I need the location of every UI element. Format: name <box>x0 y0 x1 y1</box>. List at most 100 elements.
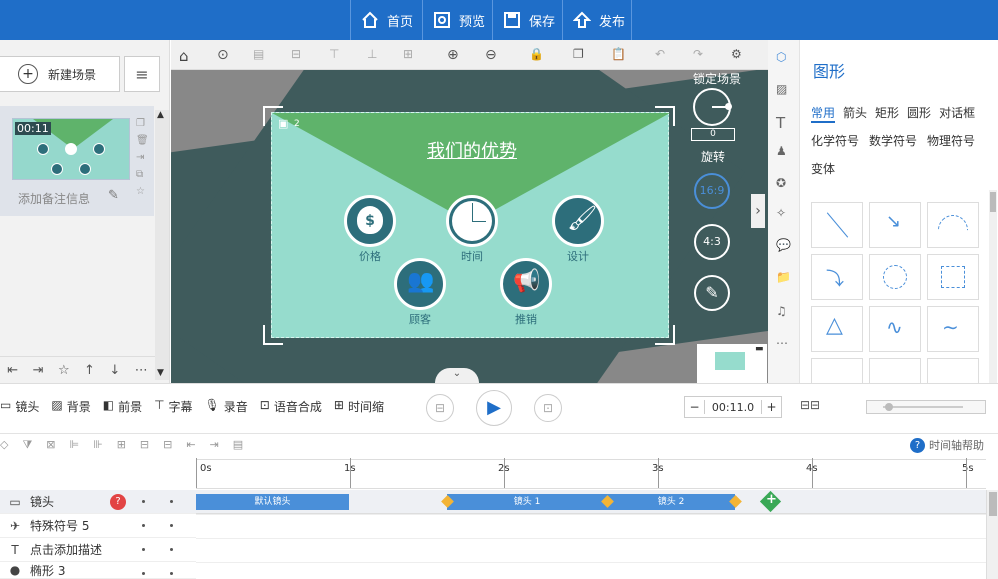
customer-circle[interactable]: 👥 <box>394 258 446 310</box>
shape-wave[interactable]: ∼ <box>927 306 979 352</box>
design-label[interactable]: 设计 <box>548 248 608 264</box>
shape-triangle[interactable]: △ <box>811 306 863 352</box>
frame-corner-bl[interactable] <box>263 325 283 345</box>
prev-frame-button[interactable]: ⊟ <box>426 394 454 422</box>
shift-right-icon[interactable]: ⇥ <box>210 438 219 452</box>
shape-line[interactable] <box>811 202 863 248</box>
delete-icon[interactable]: 🗑 <box>136 135 149 146</box>
music-tool-icon[interactable]: ♫ <box>776 304 792 320</box>
distribute-track-icon[interactable]: ⊞ <box>117 438 126 452</box>
shape-partial-3[interactable] <box>927 358 979 383</box>
clip-camera-2[interactable]: 镜头 2 <box>607 494 735 510</box>
customer-label[interactable]: 顾客 <box>390 311 450 327</box>
clip-camera-1[interactable]: 镜头 1 <box>447 494 607 510</box>
promotion-label[interactable]: 推销 <box>496 311 556 327</box>
canvas[interactable]: 我们的优势 ▣ 2 $ 价格 时间 🖌 设计 👥 顾客 📢 推销 锁定场景 0 … <box>171 70 768 383</box>
time-value[interactable]: 00:11.0 <box>705 401 761 414</box>
effect-tool-icon[interactable]: ✧ <box>776 206 792 222</box>
image-tool-icon[interactable]: ▨ <box>776 82 792 98</box>
star-icon[interactable]: ☆ <box>136 186 146 197</box>
tab-circle[interactable]: 圆形 <box>907 104 931 123</box>
move-down-icon[interactable]: ↓ <box>109 363 120 378</box>
subtitle-button[interactable]: ⊤ 字幕 <box>154 398 192 415</box>
new-scene-button[interactable]: + 新建场景 <box>0 56 120 92</box>
frame-corner-br[interactable] <box>655 325 675 345</box>
time-stepper[interactable]: − 00:11.0 + <box>684 396 782 418</box>
collapse-timeline-button[interactable]: ⌄ <box>435 368 479 383</box>
align-top-icon[interactable]: ⊤ <box>329 47 345 63</box>
rotate-dial[interactable] <box>693 88 732 126</box>
shape-curve-arrow[interactable]: ⤵ <box>811 254 863 300</box>
publish-button[interactable]: 发布 <box>562 0 632 40</box>
timeline-scrollbar[interactable] <box>986 490 998 579</box>
zoom-in-icon[interactable]: ⊕ <box>447 47 463 63</box>
filter-icon[interactable]: ⧩ <box>22 438 32 452</box>
tts-button[interactable]: ⊡ 语音合成 <box>260 398 322 415</box>
lock-icon[interactable]: 🔒 <box>529 47 545 63</box>
frame-corner-tr[interactable] <box>655 106 675 126</box>
scene-scrollbar[interactable]: ▲ ▼ <box>155 110 169 380</box>
redo-icon[interactable]: ↷ <box>693 47 709 63</box>
copy-icon[interactable]: ❐ <box>136 118 146 129</box>
rotate-input[interactable]: 0 <box>691 128 735 141</box>
preview-button[interactable]: 预览 <box>422 0 492 40</box>
next-frame-button[interactable]: ⊡ <box>534 394 562 422</box>
minimap[interactable]: ▬ <box>697 344 767 383</box>
sticker-tool-icon[interactable]: ✪ <box>776 176 792 192</box>
tab-variant[interactable]: 变体 <box>811 160 835 177</box>
tab-chem[interactable]: 化学符号 <box>811 132 859 149</box>
background-button[interactable]: ▨ 背景 <box>51 398 90 415</box>
paste-icon[interactable]: 📋 <box>611 47 627 63</box>
tab-arrow[interactable]: 箭头 <box>843 104 867 123</box>
clip-default[interactable]: 默认镜头 <box>196 494 349 510</box>
shape-partial-2[interactable] <box>869 358 921 383</box>
align-center-icon[interactable]: ⊟ <box>291 47 307 63</box>
scene-list-button[interactable]: ≡ <box>124 56 160 92</box>
shape-arrow-line[interactable]: ↘ <box>869 202 921 248</box>
move-up-icon[interactable]: ↑ <box>84 363 95 378</box>
dialog-tool-icon[interactable]: 💬 <box>776 238 792 254</box>
save-button[interactable]: 保存 <box>492 0 562 40</box>
tab-dialog[interactable]: 对话框 <box>939 104 975 123</box>
slide-title[interactable]: 我们的优势 <box>427 137 517 163</box>
camera-track-button[interactable]: ▭ 镜头 <box>0 398 39 415</box>
duplicate-icon[interactable]: ⧉ <box>136 169 146 180</box>
export2-icon[interactable]: ⇥ <box>33 363 44 378</box>
expand-panel-button[interactable]: › <box>751 194 765 228</box>
shape-squiggle[interactable]: ∿ <box>869 306 921 352</box>
shift-left-icon[interactable]: ⇤ <box>186 438 195 452</box>
more-icon[interactable]: ⋯ <box>135 363 148 378</box>
stack-track-icon[interactable]: ⊟ <box>140 438 149 452</box>
shape-rect[interactable] <box>927 254 979 300</box>
minus-icon[interactable]: − <box>685 400 705 414</box>
time-label[interactable]: 时间 <box>442 248 502 264</box>
zoom-out-icon[interactable]: ⊖ <box>485 47 501 63</box>
tab-common[interactable]: 常用 <box>811 104 836 123</box>
slide-frame[interactable]: 我们的优势 ▣ 2 $ 价格 时间 🖌 设计 👥 顾客 📢 推销 <box>271 112 670 338</box>
character-tool-icon[interactable]: ♟ <box>776 144 792 160</box>
export-icon[interactable]: ⇥ <box>136 152 146 163</box>
settings-icon[interactable]: ⚙ <box>731 47 747 63</box>
align-left-icon[interactable]: ▤ <box>253 47 269 63</box>
tab-physics[interactable]: 物理符号 <box>927 132 975 149</box>
edit-frame-button[interactable]: ✎ <box>694 275 730 311</box>
time-circle[interactable] <box>446 195 498 247</box>
keyframe-icon[interactable]: ◇ <box>0 438 8 452</box>
minimap-toggle-icon[interactable]: ▬ <box>755 344 764 354</box>
undo-icon[interactable]: ↶ <box>655 47 671 63</box>
ratio-16-9-button[interactable]: 16:9 <box>694 173 730 209</box>
promotion-circle[interactable]: 📢 <box>500 258 552 310</box>
import-icon[interactable]: ⇤ <box>7 363 18 378</box>
page-icon[interactable]: ▤ <box>233 438 243 452</box>
scene-thumbnail[interactable]: 00:11 <box>12 118 130 180</box>
lock-scene-label[interactable]: 锁定场景 <box>693 70 741 87</box>
foreground-button[interactable]: ◧ 前景 <box>103 398 142 415</box>
edit-pencil-icon[interactable]: ✎ <box>108 188 119 203</box>
scene-note[interactable]: 添加备注信息 <box>18 190 90 207</box>
tab-rect[interactable]: 矩形 <box>875 104 899 123</box>
text-tool-icon[interactable]: T <box>776 114 792 132</box>
tab-math[interactable]: 数学符号 <box>869 132 917 149</box>
track-special-symbol[interactable]: ✈ 特殊符号 5 <box>0 514 196 538</box>
scroll-down-icon[interactable]: ▼ <box>157 368 164 378</box>
group-track-icon[interactable]: ⊟ <box>163 438 172 452</box>
